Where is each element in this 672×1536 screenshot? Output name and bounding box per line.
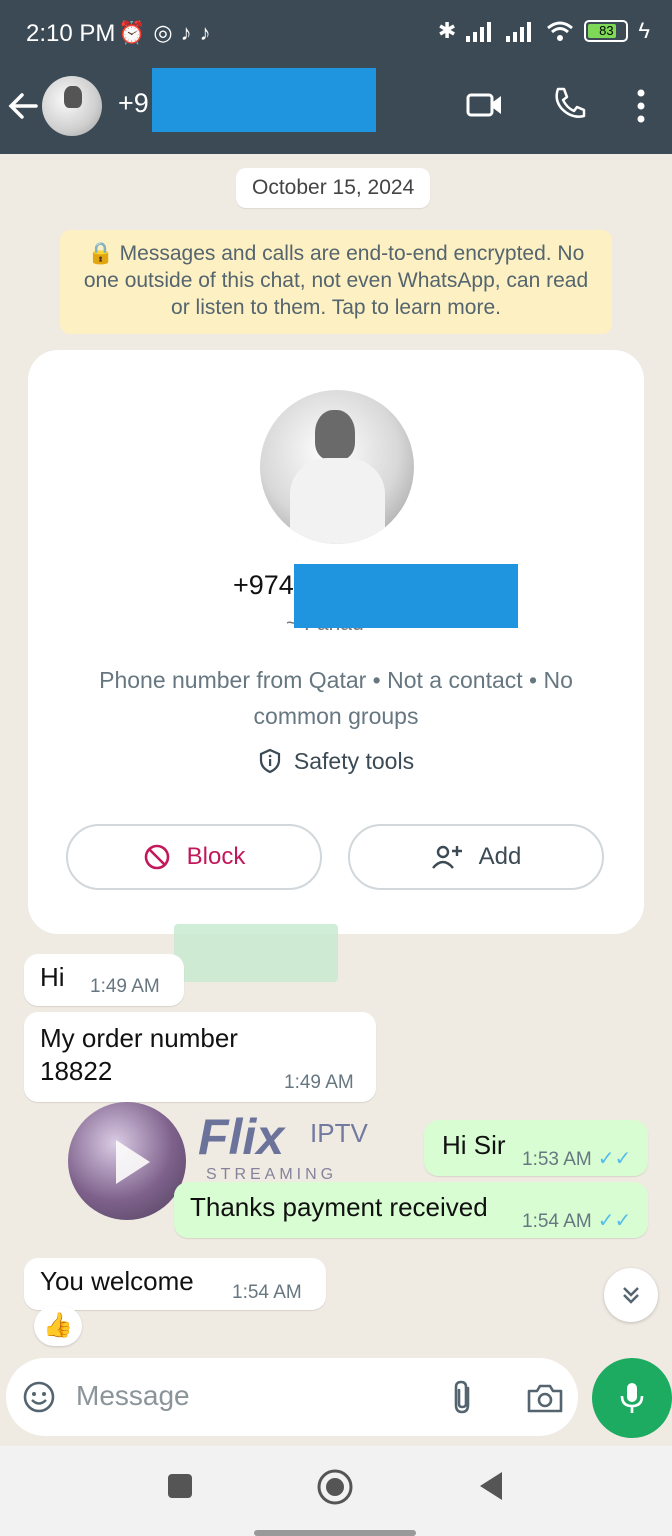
contact-name[interactable]: +9 [118,88,149,119]
composer-bar: Message [0,1350,672,1446]
chat-header: +9 [0,66,672,154]
gesture-indicator [254,1530,416,1536]
date-chip: October 15, 2024 [236,168,431,208]
chat-area[interactable]: October 15, 2024 🔒 Messages and calls ar… [0,154,672,1350]
message-time: 1:49 AM [90,976,160,997]
battery-level: 83 [599,23,614,38]
message-input[interactable]: Message [6,1358,578,1436]
signal-icon [506,22,532,42]
message-text: Hi Sir [442,1130,506,1160]
contact-details: Phone number from Qatar • Not a contact … [99,667,573,729]
dish-watermark [174,924,338,982]
read-receipt-icon: ✓✓ [597,1148,632,1170]
contact-info-card: +974 ~ Fahad Phone number from Qatar • N… [28,350,644,934]
attach-icon[interactable] [448,1378,478,1416]
message-bubble[interactable]: My order number 18822 1:49 AM [24,1012,376,1102]
wifi-icon [547,21,574,41]
signal-icon [466,22,492,42]
bluetooth-icon: ✱ [437,18,457,43]
message-bubble[interactable]: Hi 1:49 AM [24,954,184,1006]
add-contact-button[interactable]: Add [348,824,604,890]
play-orb-icon [68,1102,186,1220]
shield-icon [259,748,281,774]
contact-number: +974 [233,570,294,600]
battery-icon: 83 [584,20,629,42]
back-nav-icon[interactable] [476,1470,506,1502]
back-arrow-icon[interactable] [6,86,42,126]
double-chevron-down-icon [623,1287,639,1304]
status-bar: 2:10 PM ⏰◎♪♪ ✱ 83 ϟ [0,0,672,66]
emoji-icon[interactable] [22,1380,56,1414]
more-options-icon[interactable] [636,88,646,124]
status-system-icons: ✱ 83 ϟ [438,18,650,44]
video-call-icon[interactable] [466,90,504,120]
add-person-icon [431,845,462,869]
camera-icon[interactable] [526,1382,564,1414]
recents-icon[interactable] [166,1472,194,1500]
phone-icon[interactable] [552,86,586,122]
message-time: 1:54 AM [232,1282,302,1303]
message-bubble[interactable]: Thanks payment received 1:54 AM ✓✓ [174,1182,648,1238]
safety-tools-label: Safety tools [293,748,415,774]
watermark-tag: IPTV [310,1118,368,1148]
system-navigation-bar [0,1446,672,1536]
reaction-badge[interactable]: 👍 [34,1306,82,1346]
status-notification-icons: ⏰◎♪♪ [118,20,219,45]
message-time: 1:54 AM ✓✓ [522,1208,631,1233]
message-bubble[interactable]: Hi Sir 1:53 AM ✓✓ [424,1120,648,1176]
message-time: 1:49 AM [284,1072,354,1093]
contact-avatar[interactable] [42,76,102,136]
mic-button[interactable] [592,1358,672,1438]
watermark-brand: Flix [198,1109,285,1165]
message-time: 1:53 AM ✓✓ [522,1146,631,1171]
redaction-box [294,564,518,628]
message-text: Thanks payment received [190,1192,488,1222]
scroll-to-bottom-button[interactable] [604,1268,658,1322]
charging-icon: ϟ [638,18,650,43]
message-bubble[interactable]: You welcome 1:54 AM [24,1258,326,1310]
message-time-value: 1:54 AM [522,1211,592,1232]
home-icon[interactable] [316,1468,354,1506]
message-time-value: 1:53 AM [522,1149,592,1170]
message-text: My order number 18822 [40,1023,238,1086]
microphone-icon [620,1383,644,1413]
message-placeholder: Message [76,1380,190,1411]
block-icon [144,844,169,870]
message-text: You welcome [40,1266,194,1296]
redaction-box [152,68,376,132]
contact-profile-photo[interactable] [260,390,414,544]
message-text: Hi [40,962,65,992]
status-time: 2:10 PM [26,20,116,47]
block-button[interactable]: Block [66,824,322,890]
read-receipt-icon: ✓✓ [597,1210,632,1232]
add-label: Add [478,843,522,870]
encryption-notice[interactable]: 🔒 Messages and calls are end-to-end encr… [60,230,612,334]
block-label: Block [186,843,246,870]
safety-tools-link[interactable]: Safety tools [28,748,644,775]
